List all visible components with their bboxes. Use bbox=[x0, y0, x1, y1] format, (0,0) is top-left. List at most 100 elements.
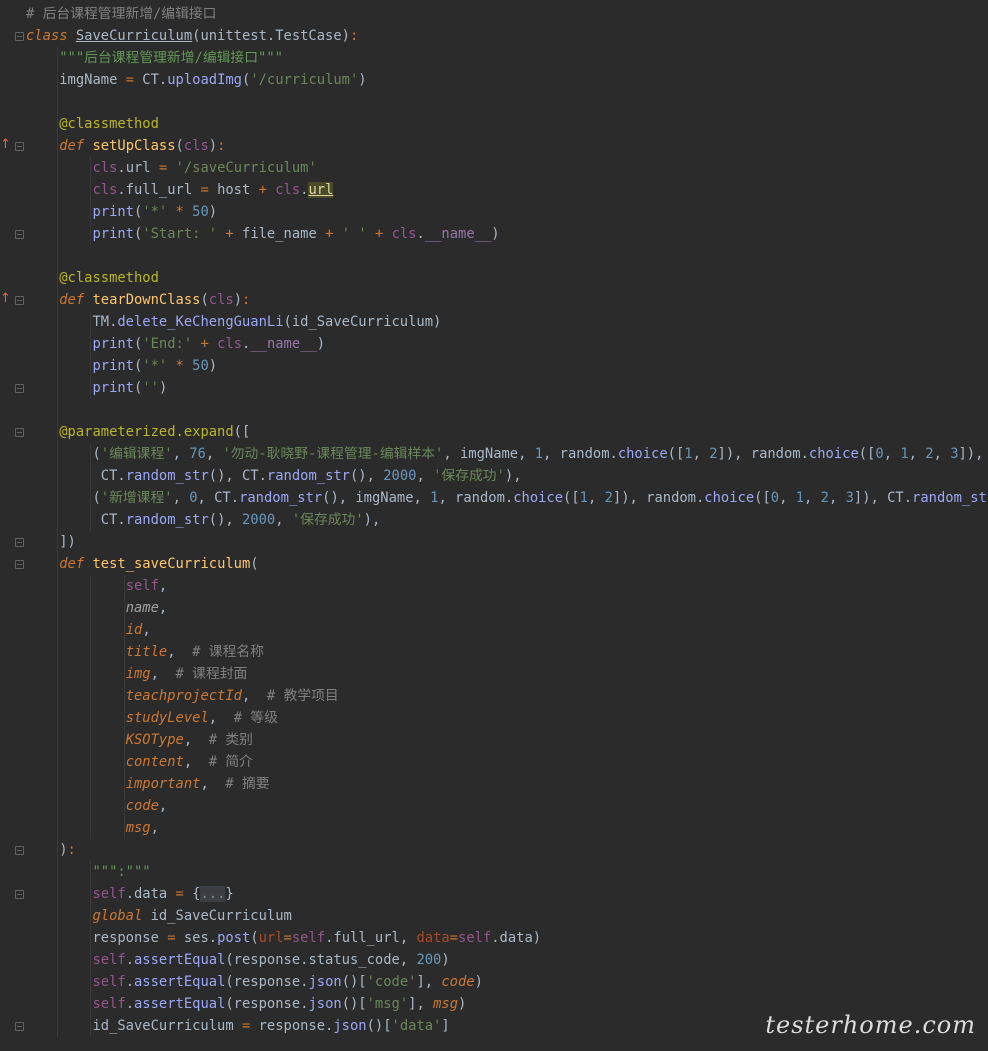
fold-toggle-icon[interactable] bbox=[15, 428, 24, 437]
indent-guide bbox=[90, 179, 92, 201]
token-self-ref: cls bbox=[217, 336, 243, 352]
code-line[interactable]: print('') bbox=[26, 377, 988, 399]
code-line[interactable]: cls.full_url = host + cls.url bbox=[26, 179, 988, 201]
indent-guide bbox=[57, 597, 59, 619]
token-string: '*' bbox=[142, 358, 168, 374]
code-line[interactable]: img, # 课程封面 bbox=[26, 663, 988, 685]
code-line[interactable] bbox=[26, 91, 988, 113]
token-attribute: __name__ bbox=[424, 226, 492, 242]
code-line[interactable]: CT.random_str(), 2000, '保存成功'), bbox=[26, 509, 988, 531]
code-line[interactable]: def setUpClass(cls): bbox=[26, 135, 988, 157]
fold-toggle-icon[interactable] bbox=[15, 32, 24, 41]
code-line[interactable]: """后台课程管理新增/编辑接口""" bbox=[26, 47, 988, 69]
token-plain: , bbox=[883, 446, 901, 462]
override-arrow-icon[interactable]: ↑ bbox=[0, 292, 11, 305]
token-plain: ], bbox=[416, 974, 442, 990]
fold-toggle-icon[interactable] bbox=[15, 296, 24, 305]
code-line[interactable]: """:""" bbox=[26, 861, 988, 883]
code-line[interactable]: id, bbox=[26, 619, 988, 641]
code-line[interactable] bbox=[26, 245, 988, 267]
token-method: choice bbox=[704, 490, 755, 506]
token-keyword: def bbox=[59, 556, 93, 572]
token-plain: . bbox=[117, 160, 126, 176]
token-string: 'msg' bbox=[366, 996, 409, 1012]
indent-guide bbox=[57, 949, 59, 971]
code-line[interactable]: TM.delete_KeChengGuanLi(id_SaveCurriculu… bbox=[26, 311, 988, 333]
token-number: 1 bbox=[684, 446, 693, 462]
token-method: delete_KeChengGuanLi bbox=[117, 314, 284, 330]
fold-toggle-icon[interactable] bbox=[15, 560, 24, 569]
code-line[interactable]: global id_SaveCurriculum bbox=[26, 905, 988, 927]
token-keyword-arg: data bbox=[416, 930, 450, 946]
code-line[interactable]: CT.random_str(), CT.random_str(), 2000, … bbox=[26, 465, 988, 487]
token-plain: . bbox=[125, 974, 134, 990]
indent-guide bbox=[90, 355, 92, 377]
token-folded-region[interactable]: ... bbox=[200, 886, 226, 902]
code-line[interactable]: title, # 课程名称 bbox=[26, 641, 988, 663]
indent-guide bbox=[57, 773, 59, 795]
token-plain: .full_url, bbox=[325, 930, 417, 946]
fold-toggle-icon[interactable] bbox=[15, 230, 24, 239]
fold-toggle-icon[interactable] bbox=[15, 1022, 24, 1031]
token-plain: (), CT. bbox=[208, 468, 267, 484]
code-line[interactable]: self, bbox=[26, 575, 988, 597]
code-line[interactable]: @parameterized.expand([ bbox=[26, 421, 988, 443]
token-number: 76 bbox=[189, 446, 206, 462]
code-line[interactable]: # 后台课程管理新增/编辑接口 bbox=[26, 3, 988, 25]
code-line[interactable]: response = ses.post(url=self.full_url, d… bbox=[26, 927, 988, 949]
code-line[interactable]: ('新增课程', 0, CT.random_str(), imgName, 1,… bbox=[26, 487, 988, 509]
token-plain: ), bbox=[504, 468, 522, 484]
code-line[interactable]: KSOType, # 类别 bbox=[26, 729, 988, 751]
indent-guide bbox=[90, 773, 92, 795]
code-line[interactable]: ('编辑课程', 76, '勿动-耿晓野-课程管理-编辑样本', imgName… bbox=[26, 443, 988, 465]
token-plain: } bbox=[225, 886, 234, 902]
code-line[interactable]: self.data = {...} bbox=[26, 883, 988, 905]
code-line[interactable]: content, # 简介 bbox=[26, 751, 988, 773]
code-line[interactable]: @classmethod bbox=[26, 113, 988, 135]
code-line[interactable]: msg, bbox=[26, 817, 988, 839]
fold-toggle-icon[interactable] bbox=[15, 142, 24, 151]
code-line[interactable]: def test_saveCurriculum( bbox=[26, 553, 988, 575]
token-plain: ]), random. bbox=[717, 446, 809, 462]
token-plain: (), bbox=[350, 468, 384, 484]
code-line[interactable]: studyLevel, # 等级 bbox=[26, 707, 988, 729]
indent-guide bbox=[90, 861, 92, 883]
token-method: json bbox=[308, 996, 342, 1012]
code-line[interactable]: imgName = CT.uploadImg('/curriculum') bbox=[26, 69, 988, 91]
fold-toggle-icon[interactable] bbox=[15, 384, 24, 393]
code-line[interactable]: ]) bbox=[26, 531, 988, 553]
code-line[interactable]: self.assertEqual(response.json()['code']… bbox=[26, 971, 988, 993]
code-line[interactable]: print('*' * 50) bbox=[26, 355, 988, 377]
code-line[interactable]: @classmethod bbox=[26, 267, 988, 289]
indent-guide bbox=[123, 795, 125, 817]
indent-guide bbox=[57, 575, 59, 597]
code-line[interactable]: print('Start: ' + file_name + ' ' + cls.… bbox=[26, 223, 988, 245]
code-line[interactable] bbox=[26, 399, 988, 421]
override-arrow-icon[interactable]: ↑ bbox=[0, 138, 11, 151]
code-line[interactable]: teachprojectId, # 教学项目 bbox=[26, 685, 988, 707]
code-line[interactable]: self.assertEqual(response.status_code, 2… bbox=[26, 949, 988, 971]
code-line[interactable]: class SaveCurriculum(unittest.TestCase): bbox=[26, 25, 988, 47]
indent-guide bbox=[57, 157, 59, 179]
code-line[interactable]: def tearDownClass(cls): bbox=[26, 289, 988, 311]
token-plain: ()[ bbox=[366, 1018, 392, 1034]
code-lines[interactable]: # 后台课程管理新增/编辑接口 class SaveCurriculum(unit… bbox=[26, 3, 988, 1037]
code-line[interactable]: cls.url = '/saveCurriculum' bbox=[26, 157, 988, 179]
code-line[interactable]: print('*' * 50) bbox=[26, 201, 988, 223]
code-line[interactable]: print('End:' + cls.__name__) bbox=[26, 333, 988, 355]
token-plain: ]), CT. bbox=[853, 490, 913, 506]
code-line[interactable]: important, # 摘要 bbox=[26, 773, 988, 795]
code-line[interactable]: code, bbox=[26, 795, 988, 817]
token-plain: host bbox=[208, 182, 259, 198]
fold-toggle-icon[interactable] bbox=[15, 538, 24, 547]
indent-guide bbox=[123, 751, 125, 773]
token-plain: , bbox=[150, 666, 176, 682]
code-editor[interactable]: ↑ ↑ # 后台课程管理新增/编辑接口 class SaveCurriculum(u… bbox=[0, 0, 988, 1051]
code-line[interactable]: ): bbox=[26, 839, 988, 861]
fold-toggle-icon[interactable] bbox=[15, 846, 24, 855]
code-line[interactable]: name, bbox=[26, 597, 988, 619]
fold-toggle-icon[interactable] bbox=[15, 890, 24, 899]
